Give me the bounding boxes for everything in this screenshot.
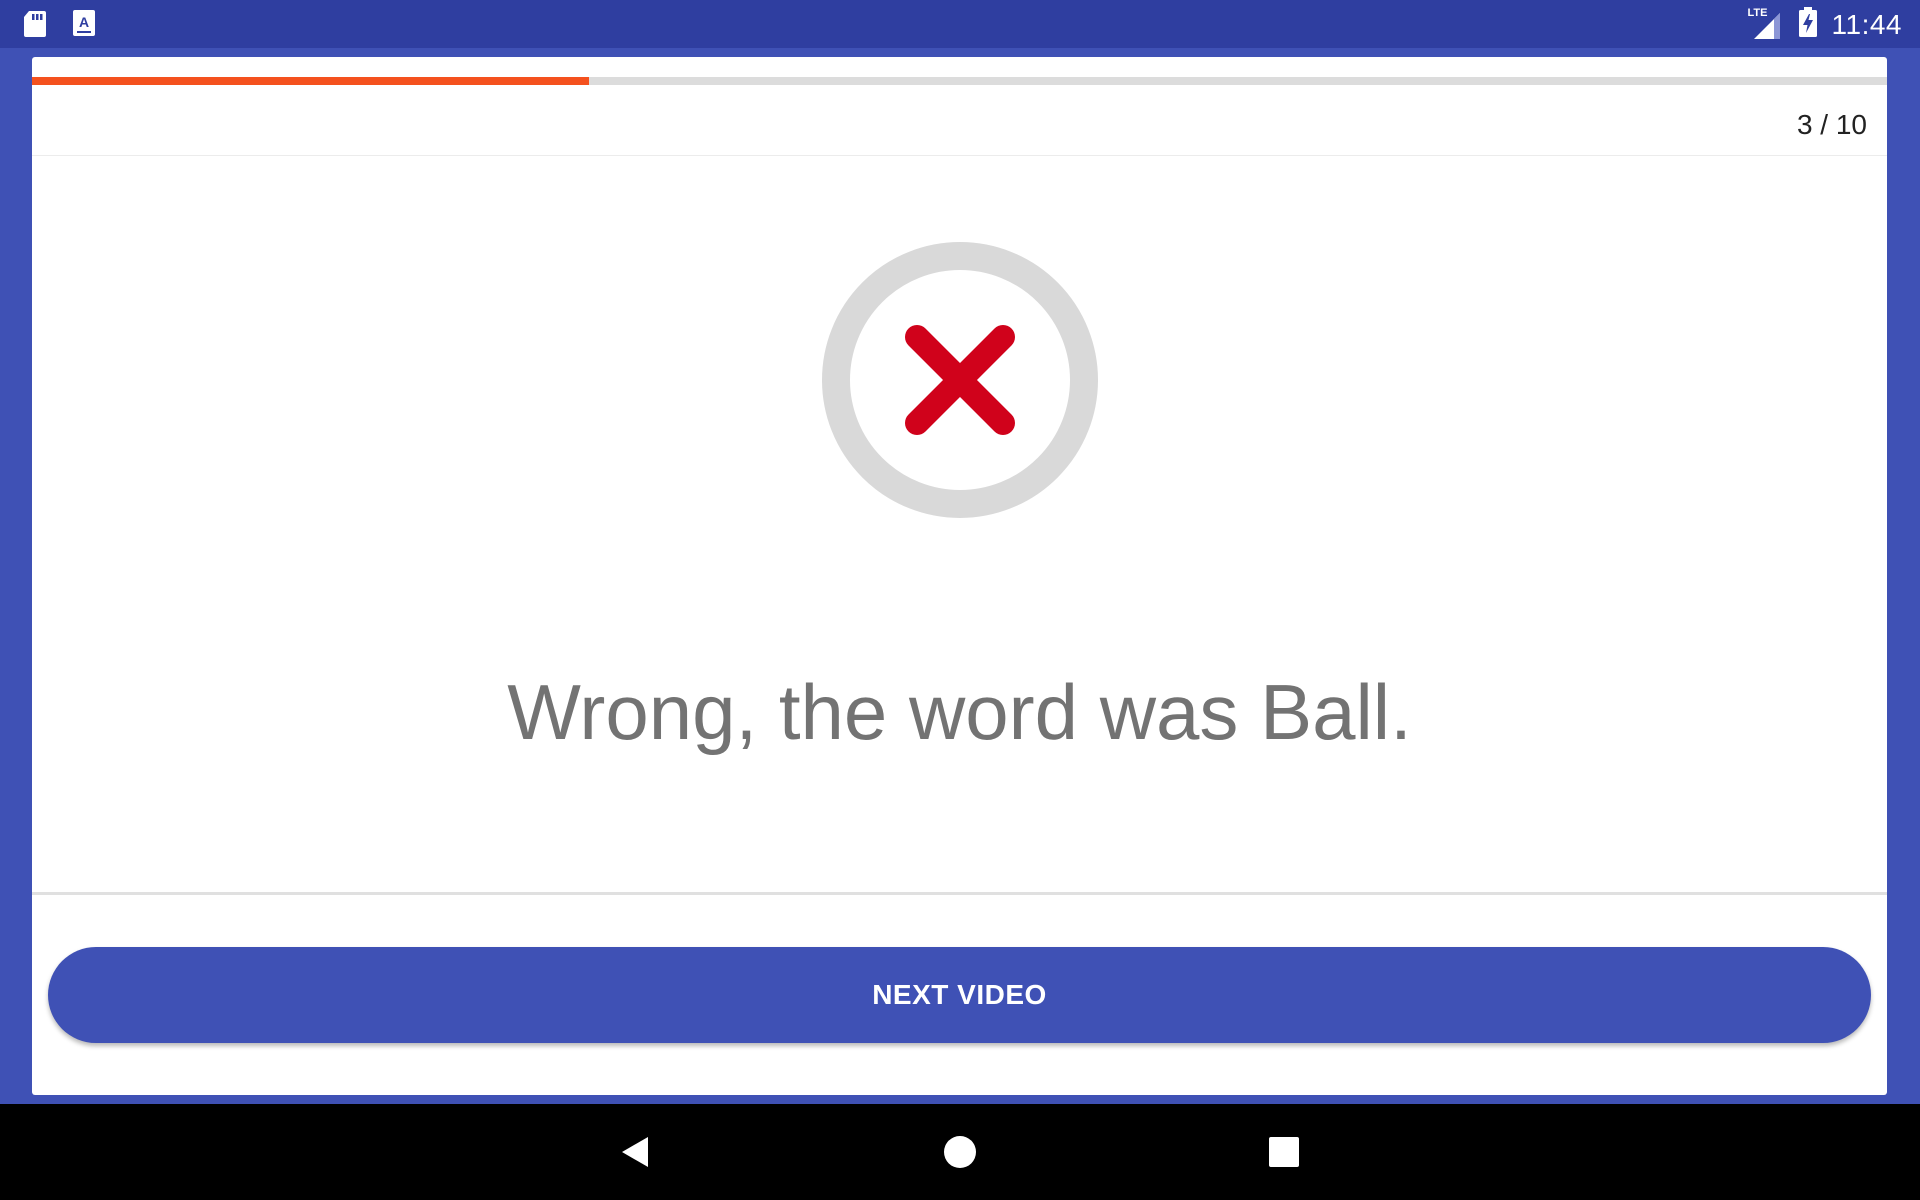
home-icon[interactable] bbox=[936, 1128, 984, 1176]
network-type-label: LTE bbox=[1747, 6, 1768, 19]
wrong-x-icon bbox=[822, 242, 1098, 518]
quiz-card: 3 / 10 Wrong, the word was Ball. NEXT VI… bbox=[32, 57, 1887, 1095]
sd-card-icon bbox=[22, 9, 48, 44]
signal-icon: LTE bbox=[1748, 7, 1784, 43]
clock: 11:44 bbox=[1831, 8, 1902, 40]
back-icon[interactable] bbox=[612, 1128, 660, 1176]
battery-charging-icon bbox=[1798, 6, 1818, 43]
divider bbox=[32, 892, 1887, 895]
system-icons: LTE 11:44 bbox=[1748, 6, 1903, 43]
question-counter: 3 / 10 bbox=[1796, 109, 1867, 140]
navigation-bar bbox=[0, 1104, 1920, 1200]
notification-icons: A bbox=[22, 9, 96, 44]
next-video-button[interactable]: NEXT VIDEO bbox=[48, 947, 1871, 1043]
status-bar: A LTE 11:44 bbox=[0, 0, 1920, 48]
progress-bar bbox=[32, 77, 1887, 85]
svg-text:A: A bbox=[79, 14, 89, 30]
divider bbox=[32, 155, 1887, 156]
recents-icon[interactable] bbox=[1260, 1128, 1308, 1176]
progress-bar-fill bbox=[32, 77, 589, 85]
result-message: Wrong, the word was Ball. bbox=[507, 668, 1412, 756]
app-notification-icon: A bbox=[72, 9, 96, 44]
